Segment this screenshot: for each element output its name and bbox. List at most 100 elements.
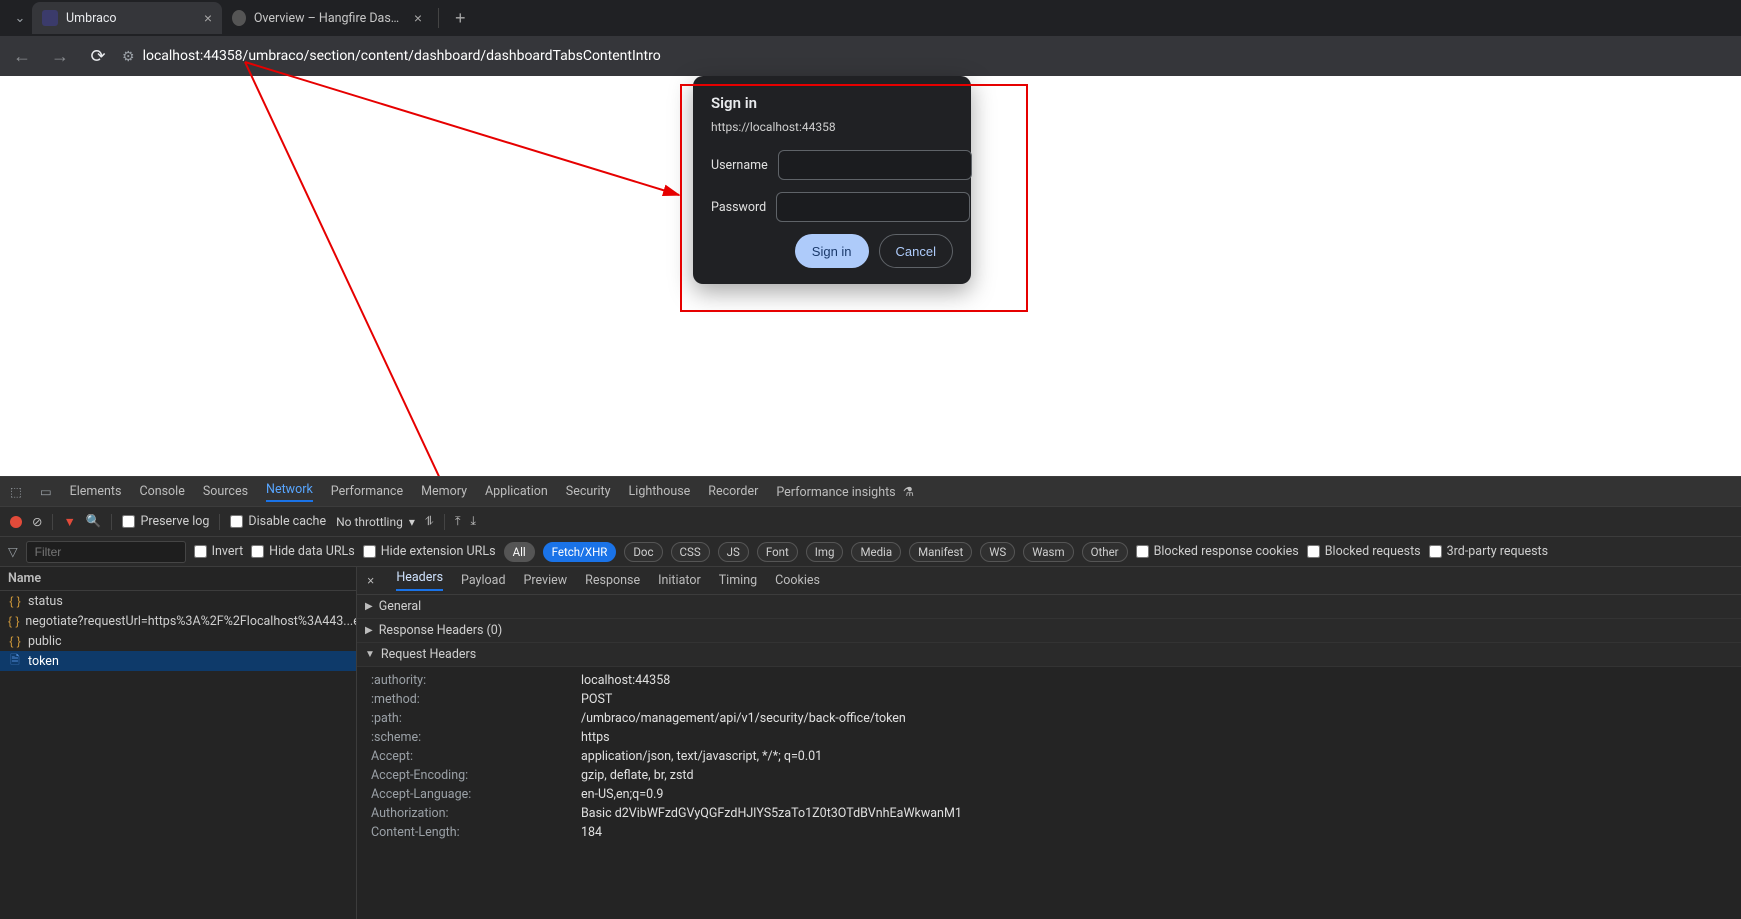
reload-button[interactable]: ⟳: [84, 46, 112, 67]
preserve-log-checkbox[interactable]: Preserve log: [122, 514, 209, 529]
type-chip-all[interactable]: All: [504, 542, 535, 562]
inspect-icon[interactable]: ⬚: [10, 484, 22, 499]
browser-tab-secondary[interactable]: Overview – Hangfire Dashboard ×: [222, 2, 432, 34]
header-key: :method:: [371, 692, 581, 707]
devtools-tab-sources[interactable]: Sources: [203, 484, 248, 499]
blocked-cookies-checkbox[interactable]: Blocked response cookies: [1136, 544, 1299, 559]
http-auth-dialog: Sign in https://localhost:44358 Username…: [693, 76, 971, 284]
browser-tab-active[interactable]: Umbraco ×: [32, 2, 222, 34]
filter-input[interactable]: [26, 541, 186, 563]
network-toolbar: ⊘ ▼ 🔍 Preserve log Disable cache No thro…: [0, 507, 1741, 537]
disable-cache-checkbox[interactable]: Disable cache: [230, 514, 326, 529]
search-icon[interactable]: 🔍: [86, 514, 102, 529]
cancel-button[interactable]: Cancel: [879, 234, 953, 268]
dialog-title: Sign in: [711, 94, 953, 112]
detail-tab-response[interactable]: Response: [585, 573, 640, 588]
close-icon[interactable]: ×: [414, 11, 422, 25]
flask-icon: ⚗: [903, 485, 914, 499]
request-row[interactable]: { } negotiate?requestUrl=https%3A%2F%2Fl…: [0, 611, 356, 631]
back-button[interactable]: ←: [8, 46, 36, 67]
network-body: Name { } status { } negotiate?requestUrl…: [0, 567, 1741, 919]
chevron-down-icon: ▾: [409, 515, 415, 529]
request-row[interactable]: { } public: [0, 631, 356, 651]
detail-tab-preview[interactable]: Preview: [524, 573, 568, 588]
header-row-authorization: Authorization: Basic d2VibWFzdGVyQGFzdHJ…: [357, 804, 1741, 823]
filter-toggle-icon[interactable]: ▼: [63, 515, 75, 529]
forward-button[interactable]: →: [46, 46, 74, 67]
devtools-tab-network[interactable]: Network: [266, 482, 313, 502]
chevron-down-icon: ▼: [365, 649, 375, 660]
type-chip-doc[interactable]: Doc: [624, 542, 662, 562]
signin-button[interactable]: Sign in: [795, 234, 869, 268]
type-chip-font[interactable]: Font: [757, 542, 798, 562]
devtools-tab-lighthouse[interactable]: Lighthouse: [629, 484, 691, 499]
header-val: /umbraco/management/api/v1/security/back…: [581, 711, 906, 726]
export-har-icon[interactable]: ⤓: [471, 514, 477, 529]
request-row[interactable]: 🗎 token: [0, 651, 356, 671]
header-val: 184: [581, 825, 602, 840]
devtools-tab-security[interactable]: Security: [566, 484, 611, 499]
invert-checkbox[interactable]: Invert: [194, 544, 244, 559]
header-key: Authorization:: [371, 806, 581, 821]
header-val: en-US,en;q=0.9: [581, 787, 663, 802]
request-row[interactable]: { } status: [0, 591, 356, 611]
tab-title: Overview – Hangfire Dashboard: [254, 11, 406, 26]
third-party-checkbox[interactable]: 3rd-party requests: [1429, 544, 1548, 559]
record-icon[interactable]: [10, 516, 22, 528]
devtools-tab-perf-insights[interactable]: Performance insights ⚗: [776, 484, 914, 500]
clear-icon[interactable]: ⊘: [32, 514, 42, 529]
device-toggle-icon[interactable]: ▭: [40, 484, 52, 499]
type-chip-manifest[interactable]: Manifest: [909, 542, 972, 562]
header-row: :scheme: https: [357, 728, 1741, 747]
address-bar[interactable]: ⚙ localhost:44358/umbraco/section/conten…: [122, 48, 661, 65]
devtools-tab-elements[interactable]: Elements: [70, 484, 122, 499]
url-text: localhost:44358/umbraco/section/content/…: [143, 48, 661, 64]
detail-tab-timing[interactable]: Timing: [719, 573, 757, 588]
section-request-headers[interactable]: ▼ Request Headers: [357, 643, 1741, 667]
type-chip-ws[interactable]: WS: [980, 542, 1015, 562]
new-tab-button[interactable]: +: [445, 8, 476, 29]
tab-title: Umbraco: [66, 11, 196, 26]
site-info-icon[interactable]: ⚙: [122, 48, 135, 65]
hide-ext-urls-checkbox[interactable]: Hide extension URLs: [363, 544, 496, 559]
section-general[interactable]: ▶ General: [357, 595, 1741, 619]
type-chip-fetchxhr[interactable]: Fetch/XHR: [543, 542, 617, 562]
blocked-requests-checkbox[interactable]: Blocked requests: [1307, 544, 1421, 559]
type-chip-js[interactable]: JS: [718, 542, 749, 562]
devtools-tab-recorder[interactable]: Recorder: [708, 484, 758, 499]
password-input[interactable]: [776, 192, 970, 222]
username-input[interactable]: [778, 150, 972, 180]
section-response-headers[interactable]: ▶ Response Headers (0): [357, 619, 1741, 643]
throttling-select[interactable]: No throttling ▾: [336, 515, 415, 529]
header-key: :authority:: [371, 673, 581, 688]
detail-tab-payload[interactable]: Payload: [461, 573, 505, 588]
devtools-tab-console[interactable]: Console: [139, 484, 184, 499]
network-conditions-icon[interactable]: ⥮: [425, 514, 434, 529]
document-icon: 🗎: [8, 651, 22, 671]
type-chip-other[interactable]: Other: [1082, 542, 1128, 562]
devtools-tab-application[interactable]: Application: [485, 484, 548, 499]
import-har-icon[interactable]: ⤒: [455, 514, 461, 529]
close-icon[interactable]: ×: [204, 11, 212, 25]
detail-tab-cookies[interactable]: Cookies: [775, 573, 820, 588]
request-details: × Headers Payload Preview Response Initi…: [357, 567, 1741, 919]
type-chip-img[interactable]: Img: [806, 542, 844, 562]
devtools-tab-memory[interactable]: Memory: [421, 484, 467, 499]
request-name: negotiate?requestUrl=https%3A%2F%2Flocal…: [25, 614, 356, 629]
type-chip-css[interactable]: CSS: [671, 542, 710, 562]
browser-tab-strip: ⌄ Umbraco × Overview – Hangfire Dashboar…: [0, 0, 1741, 36]
type-chip-media[interactable]: Media: [851, 542, 901, 562]
request-name: token: [28, 654, 59, 669]
chevron-right-icon: ▶: [365, 601, 373, 612]
tab-search-icon[interactable]: ⌄: [8, 10, 32, 26]
header-row: :authority: localhost:44358: [357, 671, 1741, 690]
header-val: localhost:44358: [581, 673, 670, 688]
detail-tab-headers[interactable]: Headers: [396, 570, 443, 591]
type-chip-wasm[interactable]: Wasm: [1023, 542, 1073, 562]
request-list-header[interactable]: Name: [0, 567, 356, 591]
hide-data-urls-checkbox[interactable]: Hide data URLs: [251, 544, 355, 559]
close-details-icon[interactable]: ×: [367, 574, 374, 588]
devtools-tab-performance[interactable]: Performance: [331, 484, 403, 499]
header-row: Accept-Language: en-US,en;q=0.9: [357, 785, 1741, 804]
detail-tab-initiator[interactable]: Initiator: [658, 573, 701, 588]
